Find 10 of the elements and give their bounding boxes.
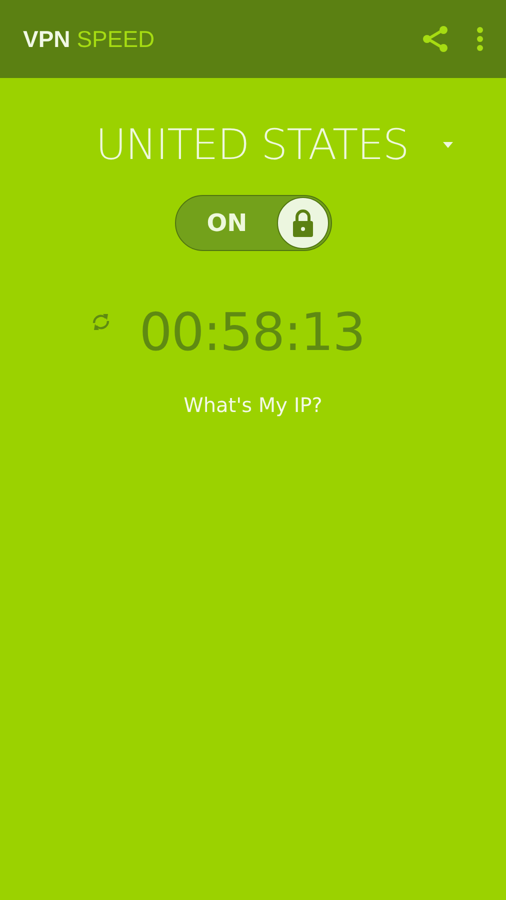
- refresh-icon[interactable]: [91, 311, 112, 333]
- app-title: VPN SPEED: [23, 26, 156, 52]
- share-icon[interactable]: [422, 25, 450, 53]
- more-options-icon[interactable]: [476, 26, 484, 52]
- connection-timer: 00:58:13: [139, 303, 365, 363]
- lock-icon: [292, 209, 314, 237]
- vpn-toggle[interactable]: ON: [174, 195, 332, 251]
- country-selector[interactable]: UNITED STATES: [52, 120, 454, 169]
- whats-my-ip-link[interactable]: What's My IP?: [184, 393, 322, 417]
- dropdown-caret-icon: [442, 140, 454, 148]
